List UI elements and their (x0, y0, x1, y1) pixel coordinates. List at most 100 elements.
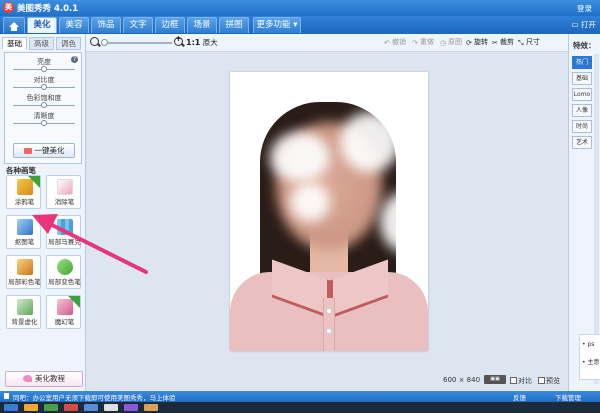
one-key-beautify-button[interactable]: 一键美化 (13, 143, 75, 158)
reset-icon: ◷ (440, 39, 447, 47)
size-button[interactable]: ⤡ 尺寸 (518, 37, 540, 47)
brightness-slider[interactable] (13, 66, 75, 72)
tab-border[interactable]: 边框 (155, 17, 185, 33)
eraser-icon (57, 179, 73, 195)
pen-label: 局部变色笔 (48, 278, 81, 286)
undo-button[interactable]: ↶ 撤销 (384, 37, 406, 47)
pen-label: 局部马赛克 (48, 238, 81, 246)
pen-label: 魔幻笔 (54, 318, 75, 326)
canvas-area[interactable]: 600 × 840 ▣▣ 对比 预览 (86, 52, 568, 391)
speaker-icon (4, 393, 9, 399)
tab-accessories[interactable]: 饰品 (91, 17, 121, 33)
taskbar-app-icon[interactable] (84, 404, 98, 411)
tab-more[interactable]: 更多功能 ▾ (253, 17, 301, 33)
preview-button[interactable]: 预览 (538, 376, 560, 386)
tab-beautify[interactable]: 美化 (27, 17, 57, 33)
tutorial-button[interactable]: 美化教程 (5, 371, 83, 387)
compare-button[interactable]: 对比 (510, 376, 532, 386)
tab-beauty[interactable]: 美容 (59, 17, 89, 33)
taskbar-app-icon[interactable] (24, 404, 38, 411)
pen-eraser[interactable]: 消除笔 (46, 175, 81, 209)
compare-label: 对比 (518, 377, 532, 385)
zoom-in-icon[interactable] (174, 34, 183, 46)
effect-tab-fashion[interactable]: 时尚 (572, 120, 592, 133)
effects-panel: 特效： 热门 基础 Lomo 人像 时尚 艺术 • ps • 主意 (568, 34, 600, 391)
rotate-button[interactable]: ⟳ 旋转 (466, 37, 488, 47)
zoom-knob[interactable] (101, 39, 108, 46)
pen-magic[interactable]: 魔幻笔 (46, 295, 81, 329)
status-bar: 同吧：办公室用户无须下载即可使用美图秀秀，马上体验 反馈 下载管理 (0, 391, 600, 402)
photo-button (326, 308, 332, 314)
tab-collage[interactable]: 拼图 (219, 17, 249, 33)
taskbar-app-icon[interactable] (64, 404, 78, 411)
blur-patch (340, 112, 400, 172)
pen-local-color[interactable]: 局部彩色笔 (6, 255, 41, 289)
list-item[interactable]: • 主意 (582, 357, 599, 366)
effect-tab-art[interactable]: 艺术 (572, 136, 592, 149)
pen-doodle[interactable]: 涂鸦笔 (6, 175, 41, 209)
slider-knob[interactable] (41, 120, 47, 126)
tutorial-icon (23, 375, 32, 382)
color-pen-icon (17, 259, 33, 275)
effect-tab-lomo[interactable]: Lomo (572, 88, 592, 101)
blur-patch (270, 132, 330, 182)
subtab-color[interactable]: 调色 (56, 37, 81, 50)
subtab-advanced[interactable]: 高级 (29, 37, 54, 50)
pen-cutout[interactable]: 抠图笔 (6, 215, 41, 249)
pen-local-recolor[interactable]: 局部变色笔 (46, 255, 81, 289)
tab-home[interactable] (3, 17, 25, 33)
crop-label: 裁剪 (500, 38, 514, 46)
zoom-slider[interactable] (101, 39, 172, 46)
recolor-pen-icon (57, 259, 73, 275)
status-message[interactable]: 同吧：办公室用户无须下载即可使用美图秀秀，马上体验 (13, 392, 176, 402)
adjust-subtabs: 基础 高级 调色 (2, 37, 84, 51)
redo-label: 重做 (420, 38, 434, 46)
original-size-button[interactable]: 1:1 原大 (186, 37, 218, 48)
taskbar-app-icon[interactable] (144, 404, 158, 411)
preview-icon (538, 377, 545, 384)
effect-tab-portrait[interactable]: 人像 (572, 104, 592, 117)
slider-knob[interactable] (41, 102, 47, 108)
pen-background-blur[interactable]: 背景虚化 (6, 295, 41, 329)
taskbar-app-icon[interactable] (124, 404, 138, 411)
photo[interactable] (230, 72, 428, 351)
redo-button[interactable]: ↷ 重做 (412, 37, 434, 47)
subtab-basic[interactable]: 基础 (2, 37, 27, 50)
crop-button[interactable]: ✂ 裁剪 (492, 37, 514, 47)
download-manager-link[interactable]: 下载管理 (555, 392, 581, 402)
taskbar-app-icon[interactable] (104, 404, 118, 411)
title-bar: 美 美图秀秀 4.0.1 登录 (0, 0, 600, 16)
pen-mosaic[interactable]: 局部马赛克 (46, 215, 81, 249)
pen-label: 抠图笔 (14, 238, 35, 246)
taskbar-start-icon[interactable] (4, 404, 18, 411)
open-button[interactable]: ▭ 打开 (572, 19, 596, 30)
new-badge (28, 176, 40, 188)
rotate-icon: ⟳ (466, 39, 472, 47)
list-item[interactable]: • ps (582, 341, 594, 348)
list-item-label: 主意 (587, 359, 600, 366)
zoom-out-icon[interactable] (90, 37, 99, 46)
contrast-slider[interactable] (13, 84, 75, 90)
pen-label: 涂鸦笔 (14, 198, 35, 206)
pen-label: 背景虚化 (11, 318, 38, 326)
reset-label: 原图 (448, 38, 462, 46)
login-link[interactable]: 登录 (577, 3, 592, 14)
app-logo-icon: 美 (3, 2, 14, 13)
reset-button[interactable]: ◷ 原图 (440, 37, 462, 47)
one-key-label: 一键美化 (34, 146, 65, 155)
tutorial-label: 美化教程 (35, 374, 65, 383)
feedback-link[interactable]: 反馈 (513, 392, 526, 402)
slider-knob[interactable] (41, 66, 47, 72)
redo-icon: ↷ (412, 39, 418, 47)
taskbar-app-icon[interactable] (44, 404, 58, 411)
tab-scene[interactable]: 场景 (187, 17, 217, 33)
effect-tab-hot[interactable]: 热门 (572, 56, 592, 69)
size-icon: ⤡ (518, 39, 524, 47)
slider-knob[interactable] (41, 84, 47, 90)
tab-text[interactable]: 文字 (123, 17, 153, 33)
effect-tab-basic[interactable]: 基础 (572, 72, 592, 85)
saturation-slider[interactable] (13, 102, 75, 108)
rotate-label: 旋转 (474, 38, 488, 46)
sharpness-slider[interactable] (13, 120, 75, 126)
undo-label: 撤销 (392, 38, 406, 46)
